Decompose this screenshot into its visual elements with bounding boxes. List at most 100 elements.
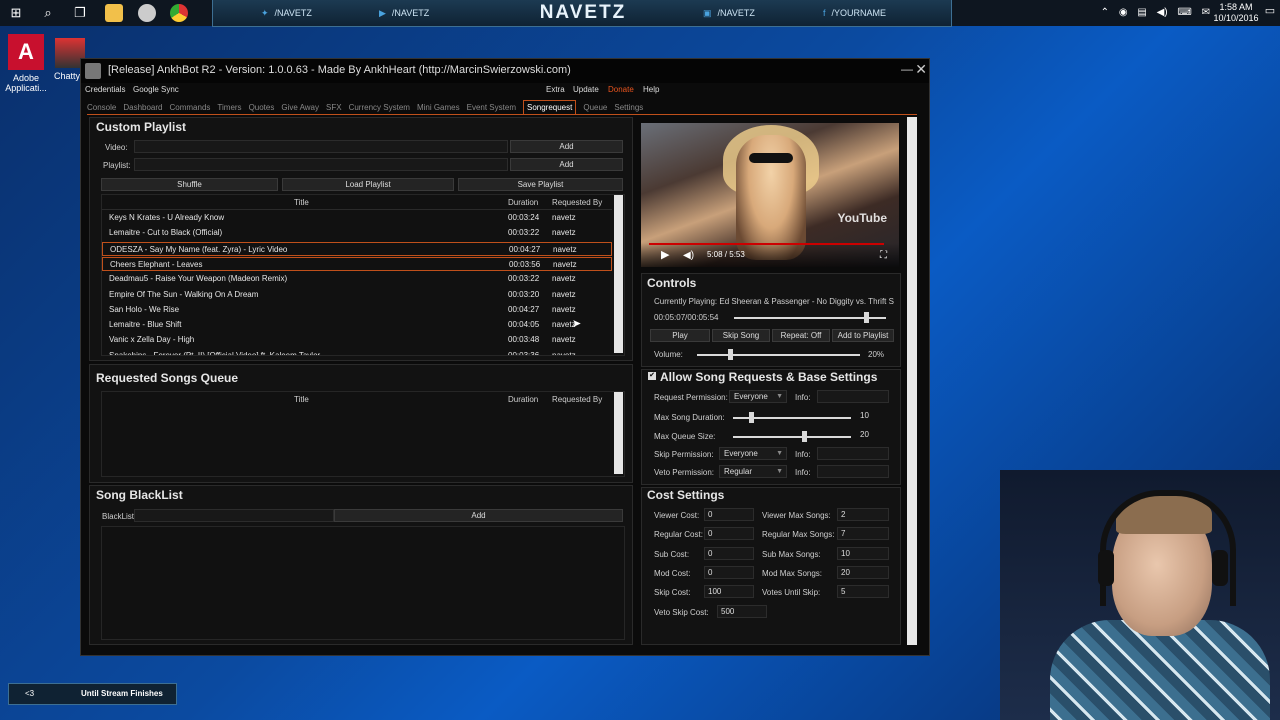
tab-quotes[interactable]: Quotes	[249, 101, 275, 115]
max-songs-input[interactable]: 20	[837, 565, 889, 579]
clock-time: 1:58 AM	[1219, 2, 1253, 12]
max-duration-value[interactable]: 10	[857, 410, 889, 423]
cost-input[interactable]: 0	[704, 508, 754, 521]
table-row[interactable]: Deadmau5 - Raise Your Weapon (Madeon Rem…	[102, 272, 612, 286]
tab-currency-system[interactable]: Currency System	[349, 101, 410, 115]
now-playing-text: Currently Playing: Ed Sheeran & Passenge…	[654, 297, 894, 306]
minimize-icon[interactable]: —	[901, 62, 913, 76]
table-row[interactable]: Snakehips - Forever (Pt. II) [Official V…	[102, 349, 612, 355]
playlist-input[interactable]	[134, 158, 508, 171]
table-row[interactable]: San Holo - We Rise 00:04:27 navetz	[102, 303, 612, 317]
volume-slider-track[interactable]	[697, 354, 860, 356]
add-video-button[interactable]: Add	[510, 140, 623, 153]
veto-permission-label: Veto Permission:	[654, 468, 715, 477]
max-duration-slider-thumb[interactable]	[748, 412, 754, 423]
play-icon[interactable]: ▶	[661, 248, 669, 261]
windows-start-icon[interactable]: ⊞	[6, 3, 26, 23]
right-scrollbar[interactable]	[907, 117, 917, 645]
queue-col-duration: Duration	[508, 395, 539, 404]
desktop-icon-adobe[interactable]: A Adobe Applicati...	[0, 34, 52, 93]
save-playlist-button[interactable]: Save Playlist	[458, 178, 623, 191]
max-queue-value[interactable]: 20	[857, 429, 889, 442]
add-playlist-button[interactable]: Add	[510, 158, 623, 171]
table-row[interactable]: Lemaitre - Cut to Black (Official) 00:03:…	[102, 226, 612, 240]
close-icon[interactable]: ✕	[915, 61, 927, 78]
tab-settings[interactable]: Settings	[614, 101, 643, 115]
cost-input[interactable]: 0	[704, 546, 754, 560]
menu-google-sync[interactable]: Google Sync	[133, 85, 179, 94]
queue-scrollbar[interactable]	[614, 392, 623, 474]
video-progress-bar[interactable]	[649, 243, 885, 245]
menu-help[interactable]: Help	[643, 85, 659, 94]
veto-info-input[interactable]	[817, 465, 889, 478]
menu-credentials[interactable]: Credentials	[85, 85, 125, 94]
tab-songrequest[interactable]: Songrequest	[522, 100, 577, 115]
file-explorer-icon[interactable]	[105, 4, 123, 22]
allow-requests-checkbox[interactable]: ✔	[648, 372, 656, 380]
table-row[interactable]: Empire Of The Sun - Walking On A Dream 00…	[102, 288, 612, 302]
cost-input[interactable]: 0	[704, 565, 754, 579]
video-player[interactable]: YouTube ▶ ◀) 5:08 / 5:53 ⛶	[641, 123, 899, 267]
menu-donate[interactable]: Donate	[608, 85, 634, 94]
steam-app-icon[interactable]	[138, 4, 156, 22]
tab-dashboard[interactable]: Dashboard	[123, 101, 162, 115]
table-row[interactable]: ODESZA - Say My Name (feat. Zyra) - Lyri…	[102, 241, 612, 256]
network-icon[interactable]: ▤	[1137, 0, 1146, 26]
tab-timers[interactable]: Timers	[217, 101, 241, 115]
repeat-button[interactable]: Repeat: Off	[772, 329, 830, 342]
tab-give-away[interactable]: Give Away	[281, 101, 319, 115]
table-row[interactable]: Cheers Elephant - Leaves 00:03:56 navetz	[102, 256, 612, 271]
cost-input[interactable]: 500	[717, 604, 767, 618]
add-to-playlist-button[interactable]: Add to Playlist	[832, 329, 894, 342]
cost-input[interactable]: 0	[704, 527, 754, 541]
max-queue-slider-thumb[interactable]	[801, 431, 807, 442]
tab-console[interactable]: Console	[87, 101, 116, 115]
max-songs-input[interactable]: 5	[837, 585, 889, 599]
position-slider-track[interactable]	[734, 317, 886, 319]
fullscreen-icon[interactable]: ⛶	[880, 250, 887, 261]
max-songs-input[interactable]: 7	[837, 527, 889, 541]
veto-permission-select[interactable]: Regular ▼	[719, 465, 787, 478]
max-queue-slider-track[interactable]	[733, 436, 851, 438]
tab-queue[interactable]: Queue	[583, 101, 607, 115]
blacklist-list[interactable]	[101, 526, 625, 640]
table-row[interactable]: Vanic x Zella Day - High 00:03:48 navetz	[102, 333, 612, 347]
skip-info-input[interactable]	[817, 447, 889, 460]
position-slider-thumb[interactable]	[864, 312, 870, 323]
tab-event-system[interactable]: Event System	[467, 101, 516, 115]
skip-permission-select[interactable]: Everyone ▼	[719, 447, 787, 460]
table-row[interactable]: Keys N Krates - U Already Know 00:03:24 na…	[102, 211, 612, 225]
message-icon[interactable]: ✉	[1202, 0, 1210, 26]
load-playlist-button[interactable]: Load Playlist	[282, 178, 454, 191]
max-songs-input[interactable]: 10	[837, 546, 889, 560]
request-info-input[interactable]	[817, 390, 889, 403]
menu-update[interactable]: Update	[573, 85, 599, 94]
notifications-icon[interactable]: ▭	[1262, 4, 1278, 20]
skip-song-button[interactable]: Skip Song	[712, 329, 770, 342]
table-row[interactable]: Lemaitre - Blue Shift 00:04:05 navetz	[102, 318, 612, 332]
row-requested-by: navetz	[553, 244, 577, 254]
volume-icon[interactable]: ◀)	[1157, 0, 1168, 26]
tab-commands[interactable]: Commands	[170, 101, 211, 115]
tab-sfx[interactable]: SFX	[326, 101, 342, 115]
steam-icon[interactable]: ◉	[1119, 0, 1128, 26]
play-button[interactable]: Play	[650, 329, 710, 342]
chevron-up-icon[interactable]: ⌃	[1101, 0, 1109, 26]
search-icon[interactable]: ⌕	[38, 3, 58, 23]
shuffle-button[interactable]: Shuffle	[101, 178, 278, 191]
chrome-icon[interactable]	[170, 4, 188, 22]
volume-icon-player[interactable]: ◀)	[683, 250, 694, 261]
taskbar-clock[interactable]: 1:58 AM 10/10/2016	[1212, 2, 1260, 24]
menu-extra[interactable]: Extra	[546, 85, 565, 94]
video-input[interactable]	[134, 140, 508, 153]
volume-slider-thumb[interactable]	[727, 349, 733, 360]
task-view-icon[interactable]: ❐	[70, 3, 90, 23]
playlist-scrollbar[interactable]	[614, 195, 623, 353]
request-permission-select[interactable]: Everyone ▼	[729, 390, 787, 403]
tab-mini-games[interactable]: Mini Games	[417, 101, 460, 115]
keyboard-icon[interactable]: ⌨	[1177, 0, 1191, 26]
blacklist-add-button[interactable]: Add	[334, 509, 623, 522]
max-songs-input[interactable]: 2	[837, 508, 889, 521]
blacklist-input[interactable]	[134, 509, 334, 522]
cost-input[interactable]: 100	[704, 585, 754, 599]
